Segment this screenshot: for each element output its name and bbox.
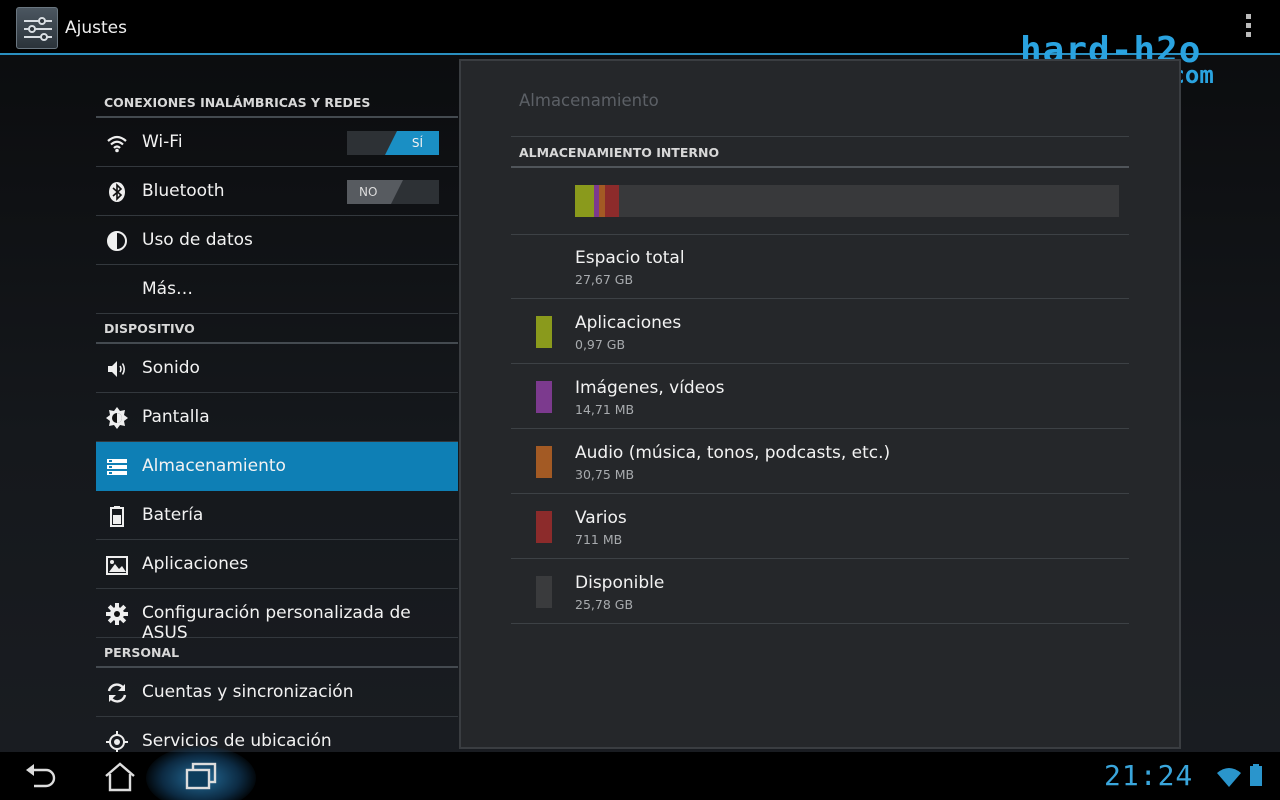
usage-segment-misc	[604, 185, 620, 217]
storage-row-total[interactable]: Espacio total 27,67 GB	[511, 235, 1129, 299]
status-clock[interactable]: 21:24	[1104, 759, 1193, 792]
sidebar-item-battery[interactable]: Batería	[96, 491, 458, 540]
page-title: Ajustes	[65, 18, 127, 38]
row-value: 14,71 MB	[575, 402, 635, 417]
gear-icon	[106, 603, 128, 625]
status-battery-icon	[1250, 764, 1262, 786]
location-icon	[106, 731, 128, 753]
bluetooth-icon	[106, 181, 128, 203]
sidebar-item-label: Configuración personalizada de ASUS	[142, 603, 411, 643]
row-title: Imágenes, vídeos	[575, 378, 725, 398]
status-wifi-icon	[1216, 766, 1242, 792]
row-title: Espacio total	[575, 248, 685, 268]
home-icon[interactable]	[92, 756, 148, 796]
brightness-icon	[106, 407, 128, 429]
settings-list: CONEXIONES INALÁMBRICAS Y REDES Wi-Fi SÍ…	[96, 88, 458, 766]
bluetooth-toggle[interactable]: NO	[347, 180, 439, 204]
sidebar-item-label: Bluetooth	[142, 181, 225, 201]
row-title: Disponible	[575, 573, 665, 593]
row-value: 30,75 MB	[575, 467, 635, 482]
overflow-menu-icon[interactable]	[1240, 14, 1256, 42]
row-value: 711 MB	[575, 532, 623, 547]
system-nav-bar: 21:24	[0, 746, 1280, 800]
sync-icon	[106, 682, 128, 704]
sidebar-item-bluetooth[interactable]: Bluetooth NO	[96, 167, 458, 216]
category-device: DISPOSITIVO	[96, 314, 458, 344]
category-wireless: CONEXIONES INALÁMBRICAS Y REDES	[96, 88, 458, 118]
title-divider	[511, 136, 1129, 137]
row-value: 27,67 GB	[575, 272, 634, 287]
storage-row-apps[interactable]: Aplicaciones 0,97 GB	[511, 300, 1129, 364]
row-value: 0,97 GB	[575, 337, 626, 352]
color-swatch	[536, 576, 552, 608]
apps-icon	[106, 554, 128, 576]
sidebar-item-label: Wi-Fi	[142, 132, 183, 152]
sidebar-item-display[interactable]: Pantalla	[96, 393, 458, 442]
back-icon[interactable]	[12, 756, 68, 796]
row-title: Audio (música, tonos, podcasts, etc.)	[575, 443, 891, 463]
row-title: Aplicaciones	[575, 313, 682, 333]
toggle-label: SÍ	[411, 136, 423, 150]
row-title: Varios	[575, 508, 627, 528]
storage-row-audio[interactable]: Audio (música, tonos, podcasts, etc.) 30…	[511, 430, 1129, 494]
sidebar-item-label: Batería	[142, 505, 204, 525]
wifi-icon	[106, 132, 128, 154]
sidebar-item-storage[interactable]: Almacenamiento	[96, 442, 458, 491]
color-swatch	[536, 511, 552, 543]
data-usage-icon	[106, 230, 128, 252]
section-divider	[511, 166, 1129, 168]
sidebar-item-label: Más…	[142, 279, 193, 299]
sidebar-item-asus-settings[interactable]: Configuración personalizada de ASUS	[96, 589, 458, 643]
storage-row-misc[interactable]: Varios 711 MB	[511, 495, 1129, 559]
sidebar-item-label: Servicios de ubicación	[142, 731, 332, 751]
sidebar-item-sound[interactable]: Sonido	[96, 344, 458, 393]
storage-detail-panel: Almacenamiento ALMACENAMIENTO INTERNO Es…	[459, 59, 1181, 749]
sidebar-item-more[interactable]: Más…	[96, 265, 458, 314]
battery-icon	[106, 505, 128, 527]
section-header: ALMACENAMIENTO INTERNO	[519, 145, 720, 160]
speaker-icon	[106, 358, 128, 380]
toggle-label: NO	[359, 185, 378, 199]
wifi-toggle[interactable]: SÍ	[347, 131, 439, 155]
recent-apps-icon[interactable]	[173, 756, 229, 796]
sidebar-item-label: Almacenamiento	[142, 456, 286, 476]
sidebar-item-apps[interactable]: Aplicaciones	[96, 540, 458, 589]
storage-row-available[interactable]: Disponible 25,78 GB	[511, 560, 1129, 624]
row-value: 25,78 GB	[575, 597, 634, 612]
sidebar-item-label: Sonido	[142, 358, 200, 378]
usage-segment-apps	[575, 185, 595, 217]
storage-usage-bar	[575, 185, 1119, 217]
color-swatch	[536, 446, 552, 478]
color-swatch	[536, 316, 552, 348]
sidebar-item-data-usage[interactable]: Uso de datos	[96, 216, 458, 265]
color-swatch	[536, 381, 552, 413]
sidebar-item-wifi[interactable]: Wi-Fi SÍ	[96, 118, 458, 167]
sidebar-item-label: Cuentas y sincronización	[142, 682, 354, 702]
storage-icon	[106, 456, 128, 478]
sidebar-item-label: Uso de datos	[142, 230, 253, 250]
sidebar-item-label: Aplicaciones	[142, 554, 249, 574]
sidebar-item-label: Pantalla	[142, 407, 210, 427]
sidebar-item-accounts-sync[interactable]: Cuentas y sincronización	[96, 668, 458, 717]
storage-row-images[interactable]: Imágenes, vídeos 14,71 MB	[511, 365, 1129, 429]
settings-sliders-icon[interactable]	[16, 7, 58, 49]
panel-title: Almacenamiento	[519, 91, 659, 110]
